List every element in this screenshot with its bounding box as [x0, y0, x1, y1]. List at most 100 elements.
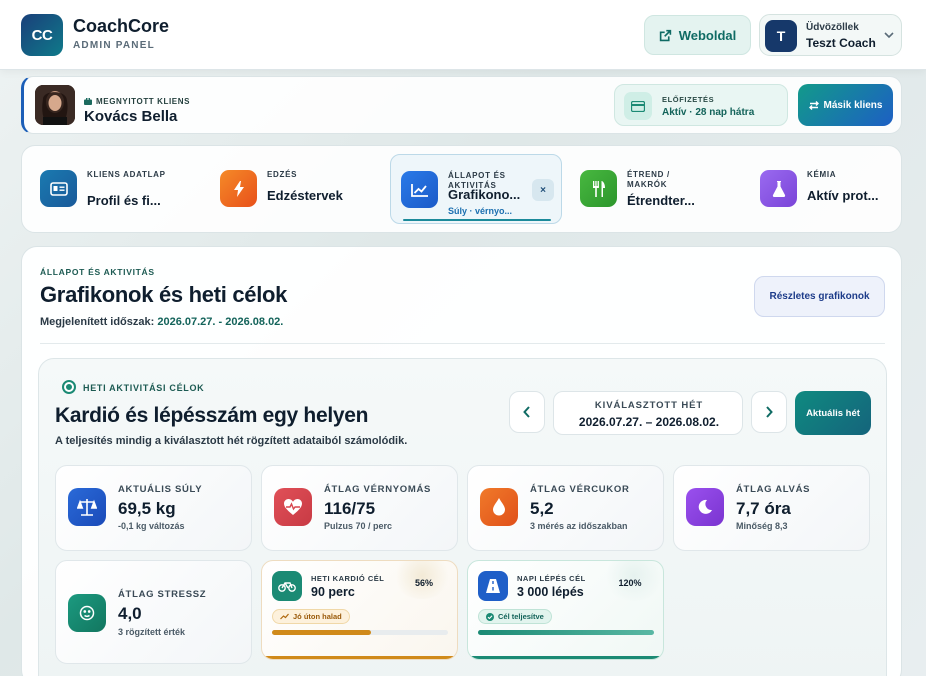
- metric-label: ÁTLAG VÉRCUKOR: [530, 484, 630, 495]
- card-icon: [624, 92, 652, 120]
- goal-progress-track: [272, 630, 448, 635]
- tab-chemistry[interactable]: KÉMIA Aktív prot...: [750, 154, 922, 224]
- subscription-value: Aktív · 28 nap hátra: [662, 107, 755, 118]
- weekly-note: A teljesítés mindig a kiválasztott hét r…: [55, 435, 408, 447]
- app-subtitle: ADMIN PANEL: [73, 40, 155, 51]
- tab-label: ÉTREND / MAKRÓK: [627, 170, 670, 189]
- website-button[interactable]: Weboldal: [644, 15, 751, 55]
- drop-icon: [480, 488, 518, 526]
- week-label: KIVÁLASZTOTT HÉT: [594, 400, 704, 411]
- trend-icon: [280, 613, 289, 620]
- tab-label: EDZÉS: [267, 170, 298, 179]
- tab-training[interactable]: EDZÉS Edzéstervek: [210, 154, 382, 224]
- goal-progress-fill: [272, 630, 371, 635]
- client-bar: MEGNYITOTT KLIENS Kovács Bella ELŐFIZETÉ…: [21, 76, 902, 134]
- close-icon[interactable]: ×: [532, 179, 554, 201]
- goal-progress-fill: [478, 630, 654, 635]
- detailed-charts-button[interactable]: Részletes grafikonok: [754, 276, 885, 317]
- tab-title: Aktív prot...: [807, 188, 879, 203]
- scale-icon: [68, 488, 106, 526]
- tab-status-activity[interactable]: ÁLLAPOT ÉS AKTIVITÁS Grafikono... Súly ·…: [390, 154, 562, 224]
- chart-icon: [401, 171, 438, 208]
- chevron-left-icon: [523, 406, 530, 418]
- metric-card-blood-sugar: ÁTLAG VÉRCUKOR 5,2 3 mérés az időszakban: [467, 465, 664, 551]
- metric-sub: 3 mérés az időszakban: [530, 521, 628, 531]
- metric-value: 69,5 kg: [118, 499, 176, 518]
- week-value: 2026.07.27. – 2026.08.02.: [578, 415, 720, 429]
- weekly-goals-panel: HETI AKTIVITÁSI CÉLOK Kardió és lépésszá…: [38, 358, 887, 676]
- app-logo[interactable]: CC: [21, 14, 63, 56]
- metric-label: ÁTLAG VÉRNYOMÁS: [324, 484, 432, 495]
- goal-status-badge: Jó úton halad: [272, 609, 350, 624]
- tab-subtitle: Súly · vérnyo...: [448, 206, 513, 216]
- active-tab-indicator: [403, 219, 551, 221]
- chevron-down-icon: [884, 32, 894, 39]
- bike-icon: [272, 571, 302, 601]
- client-label: MEGNYITOTT KLIENS: [84, 97, 190, 106]
- briefcase-icon: [84, 98, 92, 105]
- divider: [40, 343, 885, 344]
- section-tabs: KLIENS ADATLAP Profil és fi... EDZÉS Edz…: [21, 145, 902, 233]
- website-button-label: Weboldal: [678, 27, 737, 43]
- swap-icon: [808, 100, 819, 110]
- metric-sub: 3 rögzített érték: [118, 627, 186, 637]
- heart-pulse-icon: [274, 488, 312, 526]
- metric-card-blood-pressure: ÁTLAG VÉRNYOMÁS 116/75 Pulzus 70 / perc: [261, 465, 458, 551]
- metric-sub: Pulzus 70 / perc: [324, 521, 393, 531]
- metric-card-weight: AKTUÁLIS SÚLY 69,5 kg -0,1 kg változás: [55, 465, 252, 551]
- moon-icon: [686, 488, 724, 526]
- goal-percent: 56%: [414, 578, 433, 588]
- weekly-label: HETI AKTIVITÁSI CÉLOK: [83, 383, 205, 393]
- goal-card-cardio: HETI KARDIÓ CÉL 90 perc 56% Jó úton hala…: [261, 560, 458, 660]
- period-value: 2026.07.27. - 2026.08.02.: [157, 316, 284, 328]
- section-label: ÁLLAPOT ÉS AKTIVITÁS: [40, 267, 155, 277]
- metric-card-stress: ÁTLAG STRESSZ 4,0 3 rögzített érték: [55, 560, 252, 664]
- goal-card-steps: NAPI LÉPÉS CÉL 3 000 lépés 120% Cél telj…: [467, 560, 664, 660]
- subscription-label: ELŐFIZETÉS: [662, 95, 715, 104]
- main-panel: ÁLLAPOT ÉS AKTIVITÁS Grafikonok és heti …: [21, 246, 902, 676]
- tab-title: Étrendter...: [627, 193, 695, 208]
- switch-client-button[interactable]: Másik kliens: [798, 84, 893, 126]
- id-card-icon: [40, 170, 77, 207]
- period-label: Megjelenített időszak:: [40, 316, 155, 328]
- goal-status-badge: Cél teljesítve: [478, 609, 552, 624]
- client-name: Kovács Bella: [84, 108, 178, 125]
- tab-title: Edzéstervek: [267, 188, 343, 203]
- goal-status-text: Jó úton halad: [293, 612, 342, 621]
- prev-week-button[interactable]: [509, 391, 545, 433]
- metric-value: 4,0: [118, 604, 142, 623]
- client-avatar: [35, 85, 75, 125]
- goal-value: 3 000 lépés: [517, 585, 584, 599]
- tab-title: Grafikono...: [448, 187, 521, 202]
- metric-label: ÁTLAG ALVÁS: [736, 484, 811, 495]
- metric-value: 7,7 óra: [736, 499, 791, 518]
- top-header: CC CoachCore ADMIN PANEL Weboldal T Üdvö…: [0, 0, 926, 70]
- metric-card-sleep: ÁTLAG ALVÁS 7,7 óra Minőség 8,3: [673, 465, 870, 551]
- face-icon: [68, 594, 106, 632]
- tab-diet[interactable]: ÉTREND / MAKRÓK Étrendter...: [570, 154, 742, 224]
- next-week-button[interactable]: [751, 391, 787, 433]
- check-circle-icon: [486, 612, 494, 621]
- metric-sub: -0,1 kg változás: [118, 521, 185, 531]
- client-label-text: MEGNYITOTT KLIENS: [96, 97, 191, 106]
- goal-status-text: Cél teljesítve: [498, 612, 544, 621]
- road-icon: [478, 571, 508, 601]
- tab-client-profile[interactable]: KLIENS ADATLAP Profil és fi...: [30, 154, 202, 224]
- metric-value: 116/75: [324, 499, 376, 518]
- goal-accent-bar: [262, 656, 457, 659]
- selected-week: KIVÁLASZTOTT HÉT 2026.07.27. – 2026.08.0…: [553, 391, 743, 435]
- fork-knife-icon: [580, 170, 617, 207]
- greeting: Üdvözöllek: [806, 22, 859, 33]
- goal-progress-track: [478, 630, 654, 635]
- flask-icon: [760, 170, 797, 207]
- goal-label: NAPI LÉPÉS CÉL: [517, 574, 586, 583]
- metric-value: 5,2: [530, 499, 554, 518]
- period-line: Megjelenített időszak: 2026.07.27. - 202…: [40, 316, 283, 328]
- current-week-button[interactable]: Aktuális hét: [795, 391, 871, 435]
- user-menu[interactable]: T Üdvözöllek Teszt Coach: [759, 14, 902, 56]
- tab-title: Profil és fi...: [87, 193, 161, 208]
- switch-client-label: Másik kliens: [823, 99, 883, 111]
- user-name: Teszt Coach: [806, 36, 876, 50]
- goal-label: HETI KARDIÓ CÉL: [311, 574, 385, 583]
- app-name: CoachCore: [73, 16, 170, 36]
